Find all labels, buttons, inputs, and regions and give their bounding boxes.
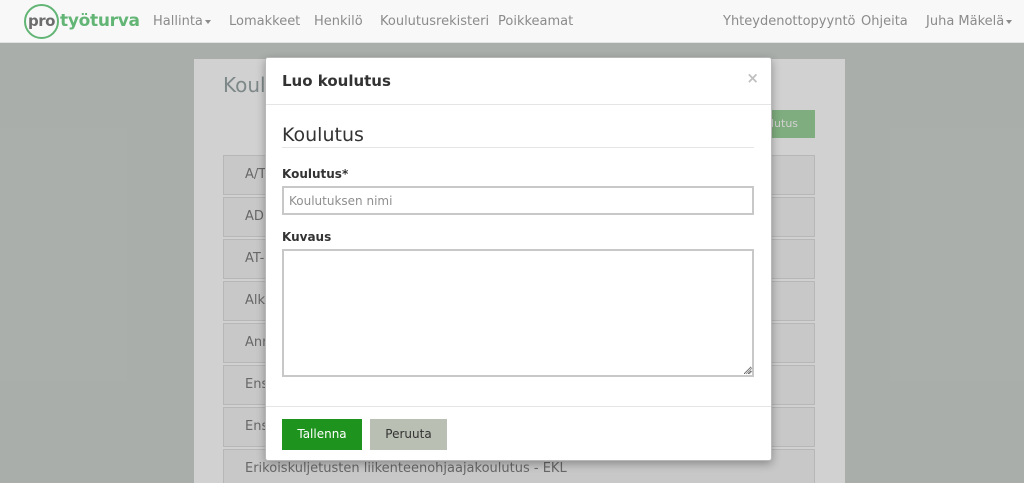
nav-ohjeita[interactable]: Ohjeita xyxy=(861,0,908,43)
description-label: Kuvaus xyxy=(282,230,332,244)
create-training-modal: Luo koulutus × Koulutus Koulutus* Kuvaus… xyxy=(265,57,772,461)
nav-koulutusrekisteri[interactable]: Koulutusrekisteri xyxy=(380,0,489,43)
save-button[interactable]: Tallenna xyxy=(282,419,362,450)
training-name-label: Koulutus* xyxy=(282,167,349,181)
logo-text: työturva xyxy=(60,11,140,31)
resize-grip-icon[interactable] xyxy=(745,367,753,375)
chevron-down-icon xyxy=(204,19,211,24)
section-divider xyxy=(282,147,754,148)
nav-hallinta[interactable]: Hallinta xyxy=(153,0,211,43)
nav-poikkeamat[interactable]: Poikkeamat xyxy=(498,0,573,43)
training-name-input[interactable] xyxy=(282,186,754,215)
nav-yhteydenottopyynto[interactable]: Yhteydenottopyyntö xyxy=(723,0,856,43)
close-icon[interactable]: × xyxy=(746,69,759,87)
modal-footer-divider xyxy=(266,406,771,407)
modal-title: Luo koulutus xyxy=(282,72,391,90)
section-title: Koulutus xyxy=(282,124,364,146)
description-textarea[interactable] xyxy=(282,249,754,377)
cancel-button[interactable]: Peruuta xyxy=(370,419,447,450)
logo-pro-circle: pro xyxy=(24,3,59,39)
nav-henkilo[interactable]: Henkilö xyxy=(314,0,363,43)
nav-lomakkeet[interactable]: Lomakkeet xyxy=(229,0,300,43)
modal-header: Luo koulutus × xyxy=(266,58,771,105)
chevron-down-icon xyxy=(1006,19,1013,24)
nav-user-menu[interactable]: Juha Mäkelä xyxy=(926,0,1013,43)
top-navbar: pro työturva Hallinta Lomakkeet Henkilö … xyxy=(0,0,1024,43)
logo[interactable]: pro työturva xyxy=(24,3,140,39)
